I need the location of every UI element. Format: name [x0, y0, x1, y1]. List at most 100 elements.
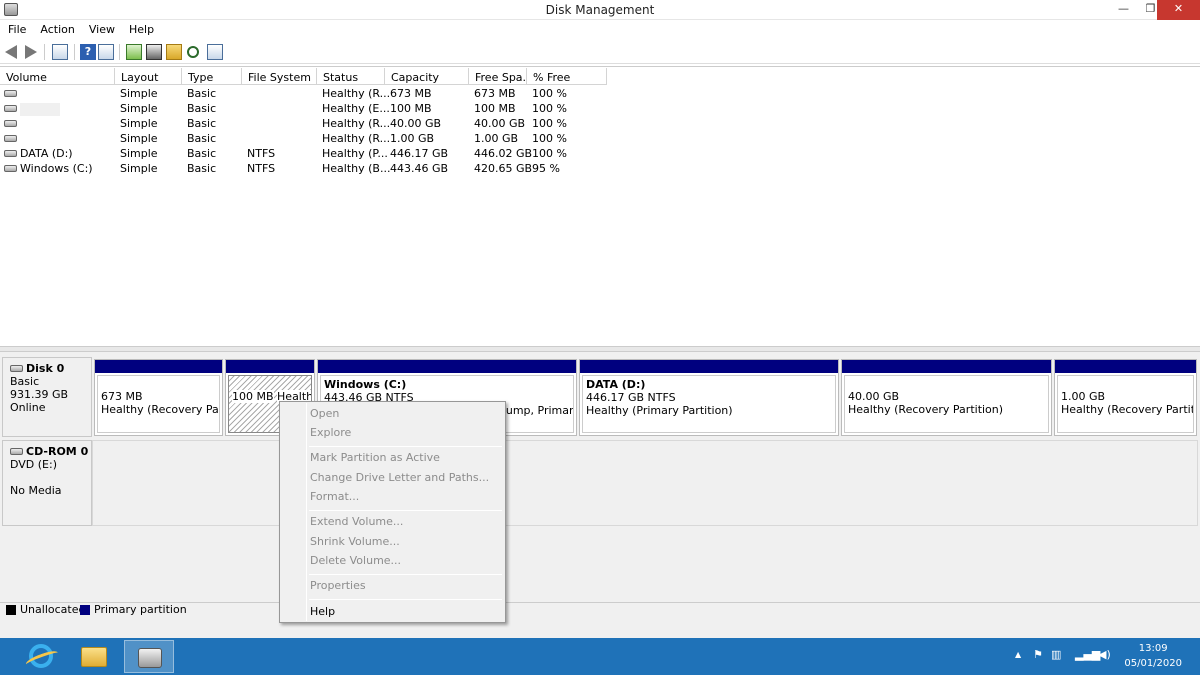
column-header-free-space[interactable]: Free Spa...	[469, 68, 527, 85]
partition-recovery-1[interactable]: 673 MB Healthy (Recovery Partition)	[94, 359, 223, 436]
disk-management-taskbar-button[interactable]	[124, 640, 174, 673]
list-view-icon[interactable]	[98, 44, 114, 60]
volume-list: Volume Layout Type File System Status Ca…	[0, 66, 1200, 346]
disk-0-label[interactable]: Disk 0 Basic 931.39 GB Online	[2, 357, 92, 437]
type-cell: Basic	[187, 117, 217, 130]
volume-name	[20, 102, 60, 116]
open-icon[interactable]	[166, 44, 182, 60]
table-row[interactable]: Simple Basic Healthy (R... 1.00 GB 1.00 …	[0, 131, 610, 146]
back-icon[interactable]	[5, 45, 17, 59]
disk-type: Basic	[10, 375, 40, 388]
percent-free-cell: 100 %	[532, 147, 567, 160]
show-hidden-icons-icon[interactable]: ▲	[1015, 650, 1021, 659]
menu-item-properties[interactable]: Properties	[310, 579, 366, 592]
column-header-status[interactable]: Status	[317, 68, 385, 85]
free-space-cell: 1.00 GB	[474, 132, 519, 145]
toolbar-separator	[44, 44, 45, 60]
menu-action[interactable]: Action	[32, 20, 80, 36]
legend: Unallocated Primary partition	[0, 602, 1200, 638]
volume-icon	[4, 89, 17, 97]
help-icon[interactable]: ?	[80, 44, 96, 60]
menu-view[interactable]: View	[81, 20, 121, 36]
table-row[interactable]: Simple Basic Healthy (R... 673 MB 673 MB…	[0, 86, 610, 101]
properties-icon[interactable]	[146, 44, 162, 60]
console-tree-icon[interactable]	[52, 44, 68, 60]
partition-size: 100 MB	[232, 390, 274, 403]
free-space-cell: 100 MB	[474, 102, 516, 115]
primary-partition-bar	[842, 360, 1051, 373]
volume-icon[interactable]: ◀)	[1098, 648, 1111, 661]
unallocated-swatch	[6, 605, 16, 615]
refresh-icon[interactable]	[126, 44, 142, 60]
disk-name: Disk 0	[26, 362, 65, 375]
capacity-cell: 446.17 GB	[390, 147, 449, 160]
layout-cell: Simple	[120, 117, 158, 130]
table-row[interactable]: Simple Basic Healthy (E... 100 MB 100 MB…	[0, 101, 610, 116]
legend-primary-partition: Primary partition	[94, 603, 187, 616]
column-header-capacity[interactable]: Capacity	[385, 68, 469, 85]
capacity-cell: 40.00 GB	[390, 117, 442, 130]
forward-icon[interactable]	[25, 45, 37, 59]
column-header-volume[interactable]: Volume	[0, 68, 115, 85]
menu-item-change-drive-letter[interactable]: Change Drive Letter and Paths...	[310, 471, 489, 484]
capacity-cell: 100 MB	[390, 102, 432, 115]
signal-icon[interactable]: ▂▄▆	[1075, 648, 1100, 661]
partition-size: 446.17 GB NTFS	[586, 391, 676, 404]
menu-item-open[interactable]: Open	[310, 407, 339, 420]
flag-icon[interactable]: ⚑	[1033, 648, 1043, 661]
primary-partition-bar	[95, 360, 222, 373]
title-bar: Disk Management — ❐ ✕	[0, 0, 1200, 20]
column-header-layout[interactable]: Layout	[115, 68, 182, 85]
file-explorer-button[interactable]	[69, 640, 119, 673]
menu-item-extend-volume[interactable]: Extend Volume...	[310, 515, 403, 528]
partition-title: Windows (C:)	[324, 378, 407, 391]
network-icon[interactable]: ▥	[1051, 648, 1061, 661]
table-row[interactable]: Windows (C:) Simple Basic NTFS Healthy (…	[0, 161, 610, 176]
search-icon[interactable]	[187, 46, 199, 58]
cdrom-icon	[10, 447, 23, 455]
partition-status: Healthy (Recovery Partition)	[848, 403, 1004, 416]
menu-file[interactable]: File	[0, 20, 32, 36]
partition-recovery-3[interactable]: 1.00 GB Healthy (Recovery Partition)	[1054, 359, 1197, 436]
menu-item-mark-active[interactable]: Mark Partition as Active	[310, 451, 440, 464]
minimize-button[interactable]: —	[1110, 0, 1137, 20]
primary-partition-bar	[580, 360, 838, 373]
table-row[interactable]: DATA (D:) Simple Basic NTFS Healthy (P..…	[0, 146, 610, 161]
cdrom-empty-area	[92, 440, 1198, 526]
legend-unallocated: Unallocated	[20, 603, 86, 616]
menu-item-shrink-volume[interactable]: Shrink Volume...	[310, 535, 400, 548]
disk-graphical-view: Disk 0 Basic 931.39 GB Online 673 MB Hea…	[0, 352, 1200, 602]
menu-help[interactable]: Help	[121, 20, 160, 36]
menu-separator	[309, 510, 502, 511]
disk-size: 931.39 GB	[10, 388, 69, 401]
clock-time: 13:09	[1138, 643, 1168, 654]
toolbar-separator	[119, 44, 120, 60]
volume-icon	[4, 149, 17, 157]
toolbar: ?	[0, 40, 1200, 64]
internet-explorer-button[interactable]	[15, 640, 65, 673]
capacity-cell: 1.00 GB	[390, 132, 435, 145]
clock[interactable]: 13:09 05/01/2020	[1124, 641, 1182, 671]
fs-cell: NTFS	[247, 162, 276, 175]
column-header-type[interactable]: Type	[182, 68, 242, 85]
column-header-file-system[interactable]: File System	[242, 68, 317, 85]
capacity-cell: 443.46 GB	[390, 162, 449, 175]
menu-item-delete-volume[interactable]: Delete Volume...	[310, 554, 401, 567]
type-cell: Basic	[187, 102, 217, 115]
menu-gutter	[306, 403, 307, 621]
partition-data-d[interactable]: DATA (D:) 446.17 GB NTFS Healthy (Primar…	[579, 359, 839, 436]
partition-recovery-2[interactable]: 40.00 GB Healthy (Recovery Partition)	[841, 359, 1052, 436]
cdrom-0-label[interactable]: CD-ROM 0 DVD (E:) No Media	[2, 440, 92, 526]
table-row[interactable]: Simple Basic Healthy (R... 40.00 GB 40.0…	[0, 116, 610, 131]
column-header-percent-free[interactable]: % Free	[527, 68, 607, 85]
primary-partition-bar	[1055, 360, 1196, 373]
settings-icon[interactable]	[207, 44, 223, 60]
status-cell: Healthy (R...	[322, 117, 391, 130]
menu-item-format[interactable]: Format...	[310, 490, 359, 503]
menu-item-help[interactable]: Help	[310, 605, 335, 618]
status-cell: Healthy (E...	[322, 102, 390, 115]
partition-size: 673 MB	[101, 390, 143, 403]
capacity-cell: 673 MB	[390, 87, 432, 100]
menu-item-explore[interactable]: Explore	[310, 426, 351, 439]
close-button[interactable]: ✕	[1157, 0, 1200, 20]
